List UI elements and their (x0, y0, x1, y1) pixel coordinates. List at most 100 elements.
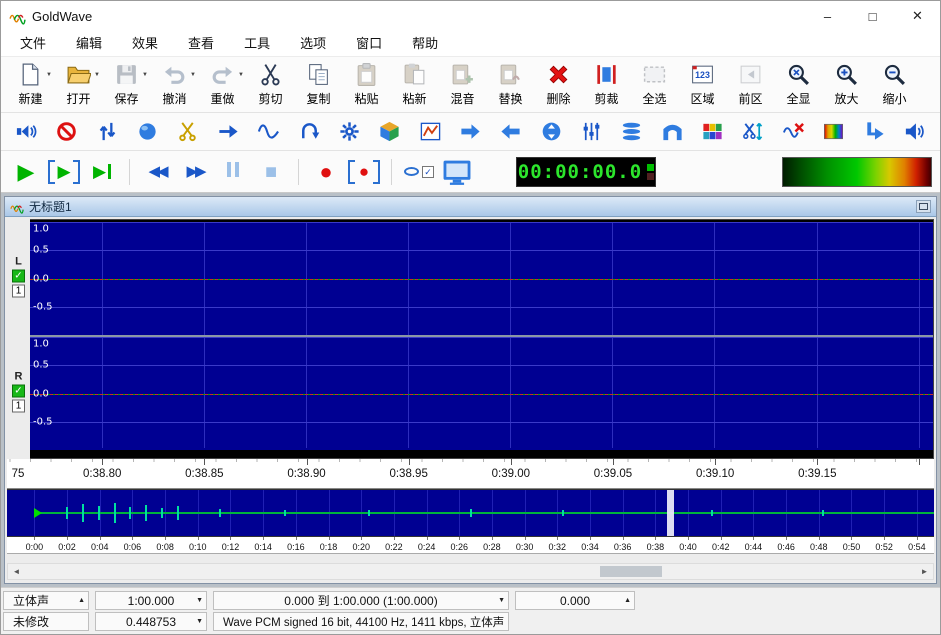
prev-region-button[interactable]: 前区 (727, 60, 774, 107)
dropdown-arrow-icon[interactable]: ▼ (238, 72, 244, 78)
channel-number[interactable]: 1 (12, 400, 25, 413)
grid-line (30, 222, 933, 223)
scroll-right-arrow-icon[interactable]: ► (916, 564, 933, 579)
menu-item-8[interactable]: 帮助 (397, 31, 453, 57)
channel-number[interactable]: 1 (12, 285, 25, 298)
scrollbar-track[interactable] (25, 564, 916, 579)
volume-button[interactable] (901, 118, 928, 145)
pitch-button[interactable] (538, 118, 565, 145)
effect-chain-button[interactable] (376, 118, 403, 145)
transport-rewind-button[interactable]: ◀◀ (140, 157, 174, 187)
transport-record-button[interactable]: ● (309, 157, 343, 187)
menu-item-5[interactable]: 工具 (229, 31, 285, 57)
dropdown-arrow-icon[interactable]: ▼ (94, 72, 100, 78)
select-all-button[interactable]: 全选 (631, 60, 678, 107)
filter-button[interactable] (699, 118, 726, 145)
scrollbar-thumb[interactable] (600, 566, 662, 577)
overview-label: 0:10 (189, 542, 207, 552)
fade-in-button[interactable] (457, 118, 484, 145)
noise-reduction-button[interactable] (780, 118, 807, 145)
dropdown-arrow-icon[interactable]: ▼ (46, 72, 52, 78)
transport-play-button[interactable]: ▶ (9, 157, 43, 187)
view-position-indicator[interactable] (667, 490, 674, 536)
spectrogram-button[interactable] (820, 118, 847, 145)
zero-axis-line (30, 279, 933, 280)
mix-button[interactable]: 混音 (439, 60, 486, 107)
transport-record-selection-button[interactable]: ● (347, 157, 381, 187)
save-button[interactable]: ▼保存 (103, 60, 150, 107)
channel-enable-checkbox[interactable]: ✓ (12, 270, 25, 283)
noise-gate-button[interactable] (739, 118, 766, 145)
minimize-button[interactable]: – (805, 1, 850, 31)
plugin-button[interactable] (336, 118, 363, 145)
transport-pause-button[interactable] (216, 157, 250, 187)
menu-item-7[interactable]: 窗口 (341, 31, 397, 57)
flip-button[interactable] (94, 118, 121, 145)
channel-strip: L✓1R✓1 (7, 219, 30, 459)
transport-record-options-button[interactable]: ✓ (402, 157, 436, 187)
horizontal-scrollbar[interactable]: ◄ ► (7, 563, 934, 580)
start-marker-icon[interactable] (34, 508, 42, 518)
shape-button[interactable] (255, 118, 282, 145)
maximize-button[interactable]: □ (850, 1, 895, 31)
document-window-button[interactable] (916, 200, 931, 213)
paste-icon (352, 61, 382, 88)
menu-item-2[interactable]: 编辑 (61, 31, 117, 57)
transport-play-selection-button[interactable]: ▶ (47, 157, 81, 187)
transport-play-all-button[interactable]: ▶ (85, 157, 119, 187)
zoom-in-button[interactable]: 放大 (823, 60, 870, 107)
status-down-arrow-icon[interactable]: ▼ (196, 618, 203, 625)
copy-button[interactable]: 复制 (295, 60, 342, 107)
undo-button[interactable]: ▼撤消 (151, 60, 198, 107)
channel-enable-checkbox[interactable]: ✓ (12, 385, 25, 398)
redo-button[interactable]: ▼重做 (199, 60, 246, 107)
time-ruler[interactable]: 750:38.800:38.850:38.900:38.950:39.000:3… (7, 459, 934, 489)
dropdown-arrow-icon[interactable]: ▼ (190, 72, 196, 78)
scroll-left-arrow-icon[interactable]: ◄ (8, 564, 25, 579)
right-channel-waveform[interactable]: 1.00.50.0-0.5 (30, 337, 933, 450)
delete-button[interactable]: 删除 (535, 60, 582, 107)
status-down-arrow-icon[interactable]: ▼ (196, 597, 203, 604)
dropdown-arrow-icon[interactable]: ▼ (142, 72, 148, 78)
effect-chain-icon (378, 120, 401, 143)
paste-button[interactable]: 粘贴 (343, 60, 390, 107)
left-channel-waveform[interactable]: 1.00.50.0-0.5 (30, 222, 933, 335)
status-up-arrow-icon[interactable]: ▲ (78, 597, 85, 604)
status-down-arrow-icon[interactable]: ▼ (498, 597, 505, 604)
status-up-arrow-icon[interactable]: ▲ (624, 597, 631, 604)
mechanize-button[interactable] (134, 118, 161, 145)
close-button[interactable]: ✕ (895, 1, 940, 31)
overview-label: 0:30 (516, 542, 534, 552)
menu-item-3[interactable]: 效果 (117, 31, 173, 57)
pan-button[interactable] (861, 118, 888, 145)
offset-button[interactable] (215, 118, 242, 145)
cut-button[interactable]: 剪切 (247, 60, 294, 107)
disable-button[interactable] (53, 118, 80, 145)
transport-monitor-button[interactable] (440, 157, 474, 187)
document-body: L✓1R✓1 1.00.50.0-0.5 1.00.50.0-0.5 750:3… (5, 217, 936, 583)
open-button[interactable]: ▼打开 (55, 60, 102, 107)
zoom-out-button[interactable]: 缩小 (871, 60, 918, 107)
trim-button[interactable]: 剪裁 (583, 60, 630, 107)
zoom-all-button[interactable]: 全显 (775, 60, 822, 107)
overview-strip[interactable] (7, 489, 934, 537)
transport-stop-button[interactable]: ■ (254, 157, 288, 187)
reverse-button[interactable] (296, 118, 323, 145)
region-button[interactable]: 区域 (679, 60, 726, 107)
menu-item-1[interactable]: 文件 (5, 31, 61, 57)
expression-button[interactable] (417, 118, 444, 145)
menu-item-6[interactable]: 选项 (285, 31, 341, 57)
playback-device-button[interactable] (13, 118, 40, 145)
replace-button[interactable]: 替换 (487, 60, 534, 107)
new-button[interactable]: ▼新建 (7, 60, 54, 107)
document-title-bar[interactable]: 无标题1 (5, 197, 936, 217)
menu-item-4[interactable]: 查看 (173, 31, 229, 57)
paste-new-button[interactable]: 粘新 (391, 60, 438, 107)
silence-button[interactable] (174, 118, 201, 145)
waveform-view[interactable]: 1.00.50.0-0.5 1.00.50.0-0.5 (30, 219, 934, 459)
reverb-button[interactable] (659, 118, 686, 145)
fade-out-button[interactable] (497, 118, 524, 145)
transport-fast-forward-button[interactable]: ▶▶ (178, 157, 212, 187)
echo-button[interactable] (618, 118, 645, 145)
equalizer-button[interactable] (578, 118, 605, 145)
